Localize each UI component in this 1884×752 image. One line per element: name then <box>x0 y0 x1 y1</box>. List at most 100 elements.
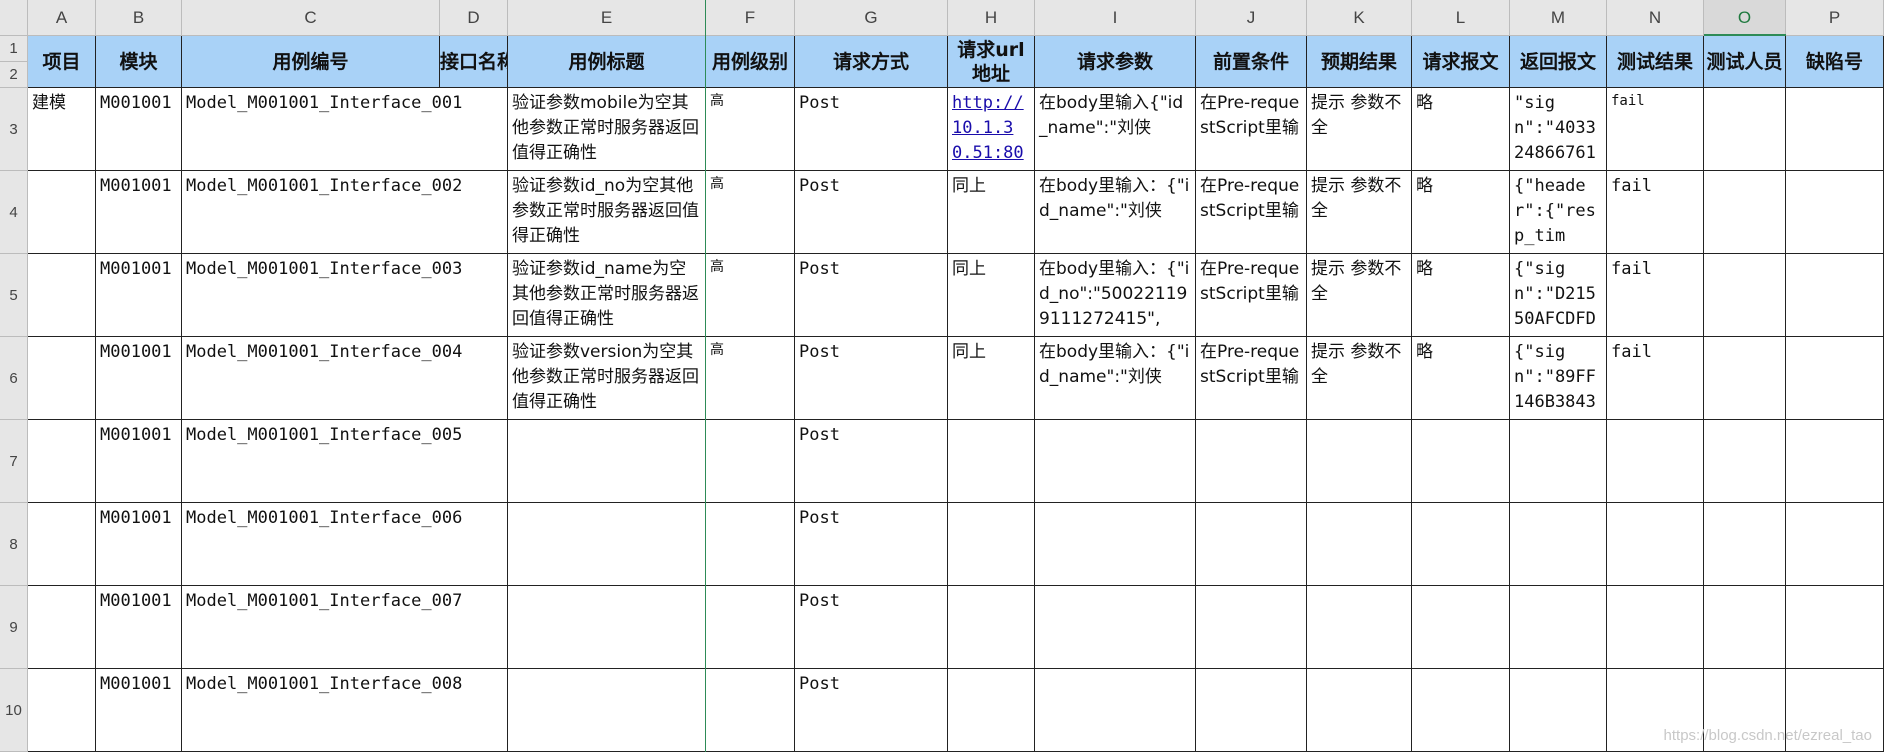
cell-m7[interactable] <box>1510 420 1607 503</box>
cell-g5[interactable]: Post <box>795 254 948 337</box>
cell-e7[interactable] <box>508 420 706 503</box>
cell-k7[interactable] <box>1307 420 1412 503</box>
column-header-c[interactable]: C <box>182 0 440 36</box>
cell-b7[interactable]: M001001 <box>96 420 182 503</box>
cell-m4[interactable]: {"header":{"resp_time":"201 <box>1510 171 1607 254</box>
cell-e8[interactable] <box>508 503 706 586</box>
cell-a6[interactable] <box>28 337 96 420</box>
header-case-title[interactable]: 用例标题 <box>508 36 706 88</box>
cell-p8[interactable] <box>1786 503 1884 586</box>
cell-h4[interactable]: 同上 <box>948 171 1035 254</box>
cell-a5[interactable] <box>28 254 96 337</box>
cell-o4[interactable] <box>1704 171 1786 254</box>
cell-e3[interactable]: 验证参数mobile为空其他参数正常时服务器返回值得正确性 <box>508 88 706 171</box>
column-header-b[interactable]: B <box>96 0 182 36</box>
cell-j6[interactable]: 在Pre-requestScript里输 <box>1196 337 1307 420</box>
cell-g10[interactable]: Post <box>795 669 948 752</box>
url-link[interactable]: http://10.1.30.51:8000/d <box>952 93 1024 170</box>
column-header-h[interactable]: H <box>948 0 1035 36</box>
cell-a9[interactable] <box>28 586 96 669</box>
cell-b6[interactable]: M001001 <box>96 337 182 420</box>
cell-o3[interactable] <box>1704 88 1786 171</box>
cell-b9[interactable]: M001001 <box>96 586 182 669</box>
cell-g9[interactable]: Post <box>795 586 948 669</box>
cell-i10[interactable] <box>1035 669 1196 752</box>
cell-j9[interactable] <box>1196 586 1307 669</box>
cell-f7[interactable] <box>706 420 795 503</box>
cell-p7[interactable] <box>1786 420 1884 503</box>
header-module[interactable]: 模块 <box>96 36 182 88</box>
row-header-4[interactable]: 4 <box>0 171 28 254</box>
cell-j4[interactable]: 在Pre-requestScript里输 <box>1196 171 1307 254</box>
row-header-10[interactable]: 10 <box>0 669 28 752</box>
cell-h7[interactable] <box>948 420 1035 503</box>
column-header-l[interactable]: L <box>1412 0 1510 36</box>
header-expected-result[interactable]: 预期结果 <box>1307 36 1412 88</box>
cell-g6[interactable]: Post <box>795 337 948 420</box>
cell-m3[interactable]: "sign":"403324866761DDBC2 <box>1510 88 1607 171</box>
header-defect-id[interactable]: 缺陷号 <box>1786 36 1884 88</box>
cell-n5[interactable]: fail <box>1607 254 1704 337</box>
cell-a10[interactable] <box>28 669 96 752</box>
cell-k10[interactable] <box>1307 669 1412 752</box>
column-header-k[interactable]: K <box>1307 0 1412 36</box>
cell-m6[interactable]: {"sign":"89FF146B3843DDF228 <box>1510 337 1607 420</box>
cell-b10[interactable]: M001001 <box>96 669 182 752</box>
cell-o6[interactable] <box>1704 337 1786 420</box>
column-header-d[interactable]: D <box>440 0 508 36</box>
cell-m9[interactable] <box>1510 586 1607 669</box>
cell-p9[interactable] <box>1786 586 1884 669</box>
cell-n3[interactable]: fail <box>1607 88 1704 171</box>
header-case-level[interactable]: 用例级别 <box>706 36 795 88</box>
column-header-i[interactable]: I <box>1035 0 1196 36</box>
header-test-result[interactable]: 测试结果 <box>1607 36 1704 88</box>
cell-g3[interactable]: Post <box>795 88 948 171</box>
cell-p3[interactable] <box>1786 88 1884 171</box>
cell-i7[interactable] <box>1035 420 1196 503</box>
header-case-id[interactable]: 用例编号 <box>182 36 440 88</box>
header-project[interactable]: 项目 <box>28 36 96 88</box>
cell-f5[interactable]: 高 <box>706 254 795 337</box>
cell-i9[interactable] <box>1035 586 1196 669</box>
cell-h6[interactable]: 同上 <box>948 337 1035 420</box>
cell-k3[interactable]: 提示 参数不全 <box>1307 88 1412 171</box>
cell-b4[interactable]: M001001 <box>96 171 182 254</box>
cell-h3[interactable]: http://10.1.30.51:8000/d <box>948 88 1035 171</box>
cell-k6[interactable]: 提示 参数不全 <box>1307 337 1412 420</box>
cell-n7[interactable] <box>1607 420 1704 503</box>
cell-o8[interactable] <box>1704 503 1786 586</box>
cell-j7[interactable] <box>1196 420 1307 503</box>
cell-c5[interactable]: Model_M001001_Interface_003 <box>182 254 462 337</box>
cell-e6[interactable]: 验证参数version为空其他参数正常时服务器返回值得正确性 <box>508 337 706 420</box>
cell-g7[interactable]: Post <box>795 420 948 503</box>
cell-e10[interactable] <box>508 669 706 752</box>
column-header-m[interactable]: M <box>1510 0 1607 36</box>
column-header-j[interactable]: J <box>1196 0 1307 36</box>
cell-i4[interactable]: 在body里输入：{"id_name":"刘侠 <box>1035 171 1196 254</box>
cell-l4[interactable]: 略 <box>1412 171 1510 254</box>
cell-n4[interactable]: fail <box>1607 171 1704 254</box>
select-all-corner[interactable] <box>0 0 28 36</box>
cell-h10[interactable] <box>948 669 1035 752</box>
header-request-body[interactable]: 请求报文 <box>1412 36 1510 88</box>
cell-f4[interactable]: 高 <box>706 171 795 254</box>
cell-i6[interactable]: 在body里输入：{"id_name":"刘侠 <box>1035 337 1196 420</box>
header-request-method[interactable]: 请求方式 <box>795 36 948 88</box>
header-response-body[interactable]: 返回报文 <box>1510 36 1607 88</box>
cell-k4[interactable]: 提示 参数不全 <box>1307 171 1412 254</box>
column-header-e[interactable]: E <box>508 0 706 36</box>
cell-f3[interactable]: 高 <box>706 88 795 171</box>
cell-p4[interactable] <box>1786 171 1884 254</box>
cell-i3[interactable]: 在body里输入{"id_name":"刘侠 <box>1035 88 1196 171</box>
column-header-a[interactable]: A <box>28 0 96 36</box>
cell-a3[interactable]: 建模 <box>28 88 96 171</box>
cell-h8[interactable] <box>948 503 1035 586</box>
row-header-6[interactable]: 6 <box>0 337 28 420</box>
row-header-1[interactable]: 1 <box>0 36 28 62</box>
cell-g4[interactable]: Post <box>795 171 948 254</box>
cell-m10[interactable] <box>1510 669 1607 752</box>
cell-f8[interactable] <box>706 503 795 586</box>
cell-n6[interactable]: fail <box>1607 337 1704 420</box>
cell-e4[interactable]: 验证参数id_no为空其他参数正常时服务器返回值得正确性 <box>508 171 706 254</box>
header-request-params[interactable]: 请求参数 <box>1035 36 1196 88</box>
